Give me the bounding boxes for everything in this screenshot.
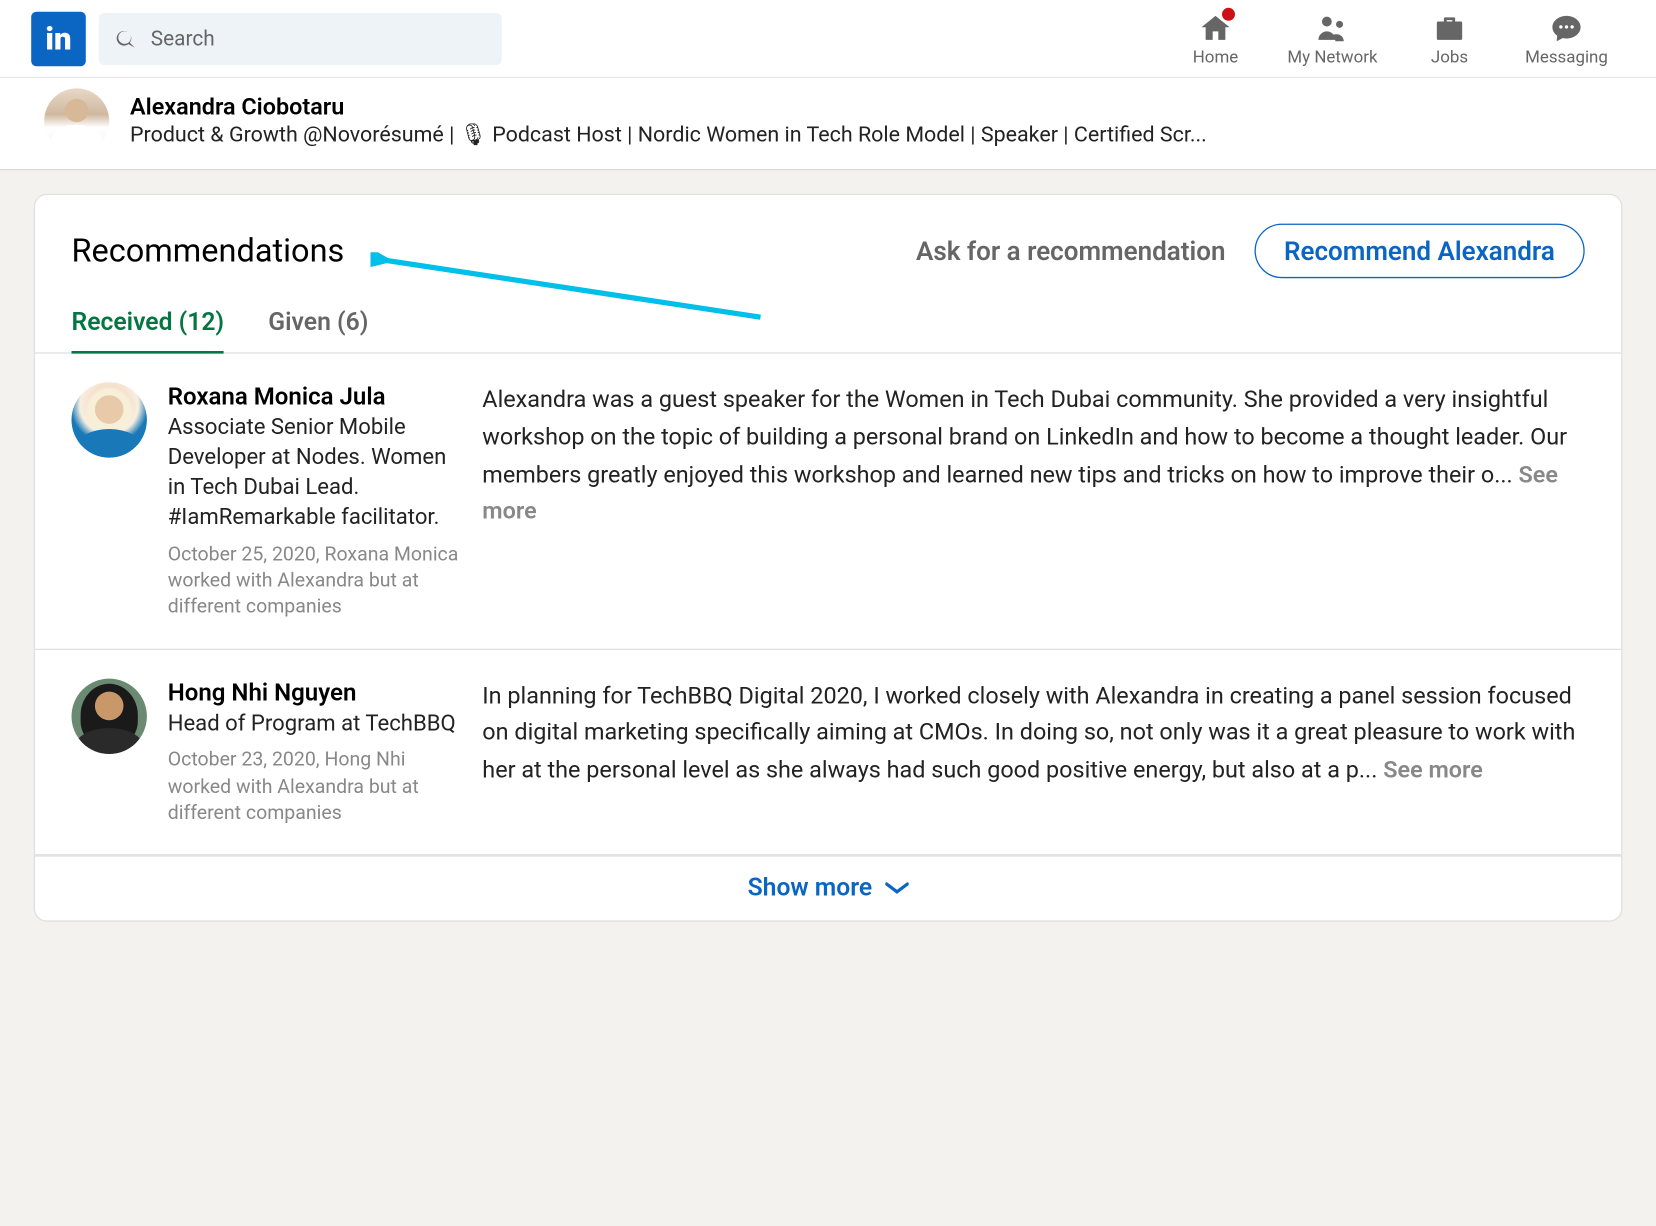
nav-network[interactable]: My Network <box>1274 9 1391 68</box>
chevron-down-icon <box>885 880 908 896</box>
recommender-title: Head of Program at TechBBQ <box>168 709 462 739</box>
see-more-link[interactable]: See more <box>1383 757 1483 784</box>
nav-messaging-label: Messaging <box>1525 48 1608 68</box>
nav-network-label: My Network <box>1287 48 1377 68</box>
top-nav: in Search Home My Network Jobs <box>0 0 1656 78</box>
nav-jobs-label: Jobs <box>1431 48 1468 68</box>
nav-jobs[interactable]: Jobs <box>1391 9 1508 68</box>
ask-recommendation-link[interactable]: Ask for a recommendation <box>916 235 1226 266</box>
nav-home-label: Home <box>1193 48 1238 68</box>
recommender-name[interactable]: Hong Nhi Nguyen <box>168 678 462 707</box>
recommendation-item: Roxana Monica Jula Associate Senior Mobi… <box>35 354 1621 650</box>
recommendations-card: Recommendations Ask for a recommendation… <box>34 194 1623 922</box>
search-icon <box>114 27 137 50</box>
nav-home[interactable]: Home <box>1157 9 1274 68</box>
section-title: Recommendations <box>72 232 345 270</box>
profile-header: Alexandra Ciobotaru Product & Growth @No… <box>0 78 1656 170</box>
message-icon <box>1550 12 1584 46</box>
nav-messaging[interactable]: Messaging <box>1508 9 1625 68</box>
recommender-avatar[interactable] <box>72 678 147 753</box>
recommender-name[interactable]: Roxana Monica Jula <box>168 382 462 411</box>
people-icon <box>1316 12 1350 46</box>
recommendation-meta: October 23, 2020, Hong Nhi worked with A… <box>168 747 462 826</box>
recommender-title: Associate Senior Mobile Developer at Nod… <box>168 413 462 532</box>
show-more-button[interactable]: Show more <box>748 873 909 903</box>
tab-received[interactable]: Received (12) <box>72 296 225 352</box>
notification-badge <box>1219 5 1237 23</box>
profile-headline: Product & Growth @Novorésumé | 🎙 Podcast… <box>130 123 1207 148</box>
briefcase-icon <box>1433 12 1467 46</box>
profile-avatar[interactable] <box>44 88 109 153</box>
recommend-button[interactable]: Recommend Alexandra <box>1254 224 1585 279</box>
recommendation-text: In planning for TechBBQ Digital 2020, I … <box>461 678 1584 826</box>
recommendation-item: Hong Nhi Nguyen Head of Program at TechB… <box>35 649 1621 855</box>
profile-name: Alexandra Ciobotaru <box>130 94 1207 121</box>
recommendation-text: Alexandra was a guest speaker for the Wo… <box>461 382 1584 619</box>
tab-given[interactable]: Given (6) <box>268 296 368 352</box>
linkedin-logo[interactable]: in <box>31 11 86 66</box>
tabs: Received (12) Given (6) <box>35 296 1621 353</box>
search-input[interactable]: Search <box>99 12 502 64</box>
recommender-avatar[interactable] <box>72 382 147 457</box>
search-placeholder: Search <box>151 26 215 51</box>
recommendation-meta: October 25, 2020, Roxana Monica worked w… <box>168 540 462 619</box>
